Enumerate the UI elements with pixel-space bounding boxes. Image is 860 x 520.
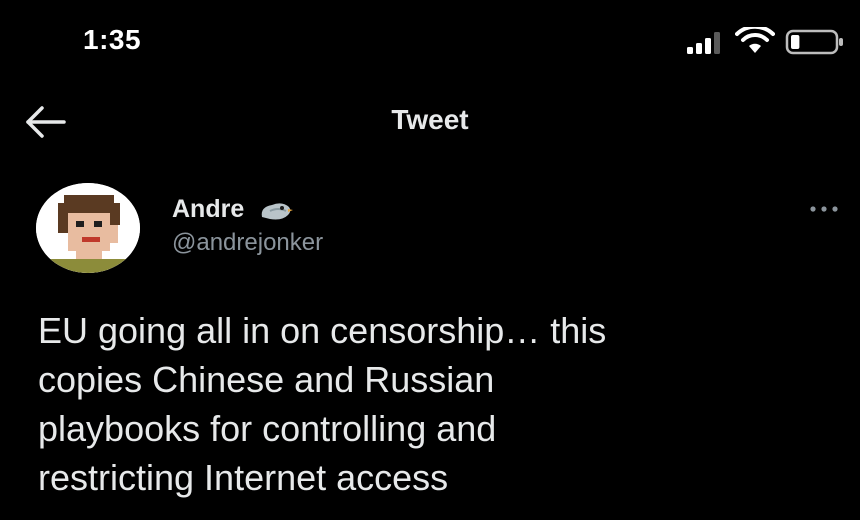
wifi-icon: [735, 27, 775, 53]
nav-header: Tweet: [0, 90, 860, 160]
author-name[interactable]: Andre: [172, 195, 244, 224]
signal-icon: [687, 32, 720, 54]
status-time: 1:35: [83, 24, 142, 55]
tweet-header: Andre @andrejonker: [0, 175, 860, 275]
author-handle[interactable]: @andrejonker: [172, 229, 323, 257]
avatar[interactable]: [36, 183, 140, 273]
page-title: Tweet: [391, 104, 469, 135]
battery-icon: [785, 29, 843, 55]
pixel-avatar-image: [36, 183, 140, 273]
tweet-text: EU going all in on censorship… this copi…: [38, 310, 607, 498]
author-name-row: Andre: [172, 195, 294, 224]
bird-icon: [261, 202, 294, 219]
more-icon[interactable]: [806, 199, 842, 219]
status-bar: 1:35: [0, 0, 860, 90]
